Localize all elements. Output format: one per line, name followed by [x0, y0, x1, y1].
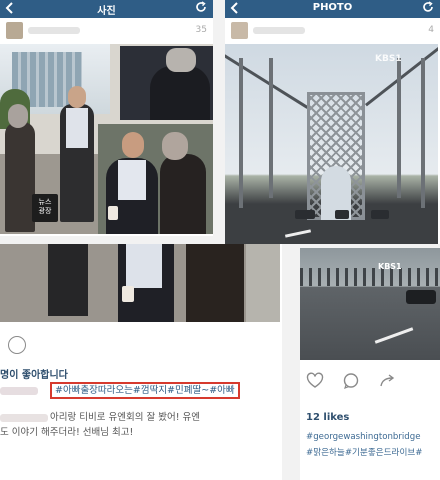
inset-blurred-face: [162, 132, 188, 160]
inset-other-person: [160, 154, 206, 234]
comment-icon: [343, 373, 359, 390]
photo-person-legs: [48, 244, 88, 316]
car: [406, 290, 436, 304]
refresh-button[interactable]: [422, 1, 434, 15]
right-post-detail-panel: KBS1 12 likes #georgewashingtonbridge #맑…: [300, 248, 440, 480]
hashtag-line[interactable]: #georgewashingtonbridge: [306, 432, 420, 442]
blurred-username: [253, 27, 305, 34]
inset-shirt: [118, 160, 146, 200]
comment-text: 도 이야기 해주더라! 선배님 최고!: [0, 427, 134, 438]
header-title: PHOTO: [312, 2, 353, 13]
inset-face: [122, 132, 144, 158]
inset-figure: [150, 66, 210, 120]
blurred-username: [0, 387, 38, 395]
right-post-panel: PHOTO 4 KBS1: [225, 0, 440, 244]
bridge-pole: [239, 58, 243, 208]
post-photo-continued[interactable]: [0, 244, 280, 322]
inset-cup: [108, 206, 118, 220]
car: [371, 210, 389, 219]
bridge-pole: [421, 58, 425, 208]
left-post-panel: 사진 35 뉴스 광장: [0, 0, 213, 236]
bridge-pole: [397, 58, 401, 198]
likes-count: 12 likes: [306, 412, 350, 423]
like-button[interactable]: [306, 372, 324, 390]
photo-face: [68, 86, 86, 108]
post-user-row: 35: [0, 18, 213, 44]
photo-shirt: [66, 108, 88, 148]
avatar[interactable]: [231, 22, 248, 39]
inset-blurred-face: [166, 48, 196, 72]
road-line: [374, 327, 414, 344]
hashtag-highlight-box[interactable]: #아빠출장따라오는#껌딱지#민폐딸~#아빠: [50, 382, 240, 399]
photo-shirt: [126, 244, 162, 288]
bridge-railing: [300, 268, 440, 286]
kbs-watermark: KBS1: [378, 262, 402, 271]
car: [295, 210, 315, 219]
header-title: 사진: [97, 6, 116, 17]
bridge-photo-continued[interactable]: KBS1: [300, 248, 440, 360]
left-post-detail-panel: 명이 좋아합니다 #아빠출장따라오는#껌딱지#민폐딸~#아빠 아리랑 티비로 유…: [0, 244, 282, 480]
bridge-cable: [225, 48, 309, 109]
left-header-bar: 사진: [0, 0, 213, 18]
photo-wall: [246, 244, 280, 322]
avatar[interactable]: [6, 22, 23, 39]
comment-button[interactable]: [342, 372, 360, 390]
refresh-button[interactable]: [195, 1, 207, 15]
likes-line: 명이 좋아합니다: [0, 370, 68, 381]
caption-row: #아빠출장따라오는#껌딱지#민폐딸~#아빠: [0, 382, 280, 400]
post-user-row: 4: [225, 18, 440, 44]
comment-text: 아리랑 티비로 유엔회의 잘 봤어! 유엔: [50, 412, 201, 423]
post-photo[interactable]: 뉴스 광장: [0, 44, 213, 234]
share-button[interactable]: [378, 372, 396, 390]
photo-other-person: [186, 244, 244, 322]
photo-inset-top: [120, 46, 213, 120]
bridge-photo[interactable]: KBS1: [225, 44, 438, 244]
refresh-icon: [423, 1, 433, 12]
photo-person-left: [5, 122, 35, 232]
share-icon: [380, 374, 395, 387]
hashtag-line[interactable]: #맑은하늘#기분좋은드라이브#: [306, 446, 422, 458]
photo-inset-bottom: [98, 124, 213, 234]
news-logo: 뉴스 광장: [32, 194, 58, 222]
photo-cup: [122, 286, 134, 302]
kbs-watermark: KBS1: [375, 54, 402, 64]
heart-icon: [306, 372, 324, 388]
photo-blurred-face: [8, 104, 28, 128]
post-timestamp: 35: [195, 25, 207, 35]
bridge-pole: [269, 58, 273, 198]
post-timestamp: 4: [428, 25, 434, 35]
blurred-commenter: [0, 414, 48, 422]
road-line: [284, 229, 312, 238]
refresh-icon: [196, 1, 206, 12]
right-header-bar: PHOTO: [225, 0, 440, 18]
blurred-username: [28, 27, 80, 34]
car: [335, 210, 349, 219]
comment-icon[interactable]: [8, 336, 26, 354]
